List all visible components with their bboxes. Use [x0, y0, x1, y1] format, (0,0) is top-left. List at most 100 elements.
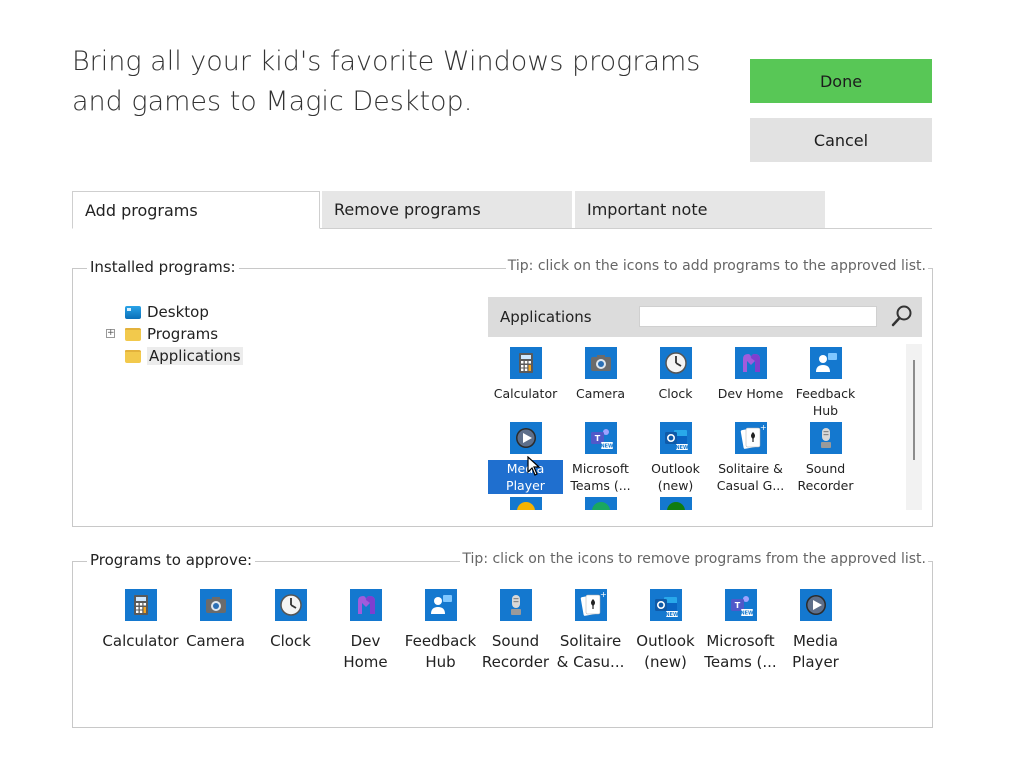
search-icon[interactable] [890, 303, 914, 329]
tree-item-applications[interactable]: Applications [103, 345, 303, 367]
app-label: Camera [575, 386, 626, 401]
outlook-icon: NEW [649, 589, 682, 621]
media-player-icon [799, 589, 832, 621]
app-label: Microsoft Teams (... [570, 461, 631, 493]
app-icon [584, 497, 617, 510]
app-label: Media Player [488, 460, 563, 494]
clock-icon [274, 589, 307, 621]
tab-bar: Add programs Remove programs Important n… [72, 191, 932, 229]
teams-icon: T NEW [584, 422, 617, 454]
app-label: Media Player [792, 632, 839, 671]
calculator-icon [509, 347, 542, 379]
app-tile-calculator[interactable]: Calculator [102, 589, 179, 673]
app-icon [659, 497, 692, 510]
feedback-hub-icon [809, 347, 842, 379]
svg-text:NEW: NEW [665, 612, 679, 618]
folder-tree: Desktop + Programs Applications [103, 301, 303, 367]
tree-item-programs[interactable]: + Programs [103, 323, 303, 345]
app-tile-partial[interactable] [563, 494, 638, 510]
done-button[interactable]: Done [750, 59, 932, 103]
expand-icon[interactable]: + [106, 329, 115, 338]
feedback-hub-icon [424, 589, 457, 621]
tab-add-programs[interactable]: Add programs [72, 191, 320, 229]
app-label: Sound Recorder [481, 632, 550, 671]
programs-to-approve-title: Programs to approve: [87, 551, 256, 569]
app-icon [509, 497, 542, 510]
app-tile-feedback-hub[interactable]: Feedback Hub [788, 344, 863, 419]
svg-text:+: + [760, 423, 767, 432]
app-label: Calculator [102, 632, 179, 650]
installed-programs-title: Installed programs: [87, 258, 239, 276]
programs-to-approve-tip: Tip: click on the icons to remove progra… [460, 551, 928, 567]
tab-remove-programs[interactable]: Remove programs [322, 191, 572, 228]
svg-text:NEW: NEW [600, 444, 614, 450]
installed-programs-tip: Tip: click on the icons to add programs … [505, 258, 928, 274]
media-player-icon [509, 422, 542, 454]
svg-text:+: + [600, 590, 607, 599]
app-label: Clock [658, 386, 693, 401]
app-label: Feedback Hub [404, 632, 477, 671]
app-tile-teams[interactable]: T NEW Microsoft Teams (... [703, 589, 778, 673]
app-label: Camera [186, 632, 245, 650]
installed-programs-group: Installed programs: Tip: click on the ic… [72, 258, 933, 527]
sound-recorder-icon [809, 422, 842, 454]
camera-icon [199, 589, 232, 621]
sound-recorder-icon [499, 589, 532, 621]
app-tile-media-player[interactable]: Media Player [778, 589, 853, 673]
approved-apps-row: Calculator Camera Clock Dev Home Feedback Hu… [102, 589, 853, 673]
camera-icon [584, 347, 617, 379]
app-tile-clock[interactable]: Clock [253, 589, 328, 673]
teams-icon: T NEW [724, 589, 757, 621]
svg-text:NEW: NEW [675, 445, 689, 451]
dev-home-icon [349, 589, 382, 621]
folder-icon [125, 327, 141, 341]
svg-text:NEW: NEW [740, 611, 754, 617]
scrollbar-thumb[interactable] [913, 360, 915, 460]
app-tile-dev-home[interactable]: Dev Home [713, 344, 788, 419]
tree-item-label: Applications [147, 347, 243, 365]
cancel-button[interactable]: Cancel [750, 118, 932, 162]
desktop-icon [125, 305, 141, 319]
app-tile-camera[interactable]: Camera [178, 589, 253, 673]
app-tile-media-player[interactable]: Media Player [488, 419, 563, 494]
app-tile-partial[interactable] [638, 494, 713, 510]
app-tile-outlook[interactable]: NEW Outlook (new) [638, 419, 713, 494]
app-tile-feedback-hub[interactable]: Feedback Hub [403, 589, 478, 673]
dev-home-icon [734, 347, 767, 379]
tree-item-label: Programs [147, 325, 219, 343]
app-tile-solitaire[interactable]: + Solitaire & Casu... [553, 589, 628, 673]
app-label: Outlook (new) [651, 461, 700, 493]
browser-scrollbar[interactable] [906, 344, 922, 510]
app-label: Solitaire & Casual G... [716, 461, 785, 493]
app-label: Calculator [493, 386, 558, 401]
app-tile-calculator[interactable]: Calculator [488, 344, 563, 419]
app-tile-camera[interactable]: Camera [563, 344, 638, 419]
app-label: Outlook (new) [636, 632, 695, 671]
app-tile-outlook[interactable]: NEW Outlook (new) [628, 589, 703, 673]
app-label: Solitaire & Casu... [556, 632, 625, 671]
app-tile-sound-recorder[interactable]: Sound Recorder [478, 589, 553, 673]
app-tile-partial[interactable] [488, 494, 563, 510]
app-label: Clock [270, 632, 311, 650]
app-label: Dev Home [717, 386, 784, 401]
app-tile-clock[interactable]: Clock [638, 344, 713, 419]
tree-item-desktop[interactable]: Desktop [103, 301, 303, 323]
programs-to-approve-group: Programs to approve: Tip: click on the i… [72, 551, 933, 728]
app-tile-sound-recorder[interactable]: Sound Recorder [788, 419, 863, 494]
tab-important-note[interactable]: Important note [575, 191, 825, 228]
tree-item-label: Desktop [147, 303, 209, 321]
solitaire-icon: + [734, 422, 767, 454]
browser-grid-viewport: Calculator Camera Clock Dev Home Feedback Hu… [488, 344, 906, 510]
app-label: Sound Recorder [797, 461, 854, 493]
search-input[interactable] [639, 306, 877, 327]
app-grid: Calculator Camera Clock Dev Home Feedback Hu… [488, 344, 906, 510]
application-browser: Applications Calculator Camera Clock Dev Ho… [488, 297, 922, 511]
app-tile-dev-home[interactable]: Dev Home [328, 589, 403, 673]
app-tile-teams[interactable]: T NEW Microsoft Teams (... [563, 419, 638, 494]
svg-text:T: T [734, 601, 740, 610]
solitaire-icon: + [574, 589, 607, 621]
page-headline: Bring all your kid's favorite Windows pr… [72, 46, 701, 117]
calculator-icon [124, 589, 157, 621]
svg-text:T: T [594, 434, 600, 443]
app-tile-solitaire[interactable]: + Solitaire & Casual G... [713, 419, 788, 494]
